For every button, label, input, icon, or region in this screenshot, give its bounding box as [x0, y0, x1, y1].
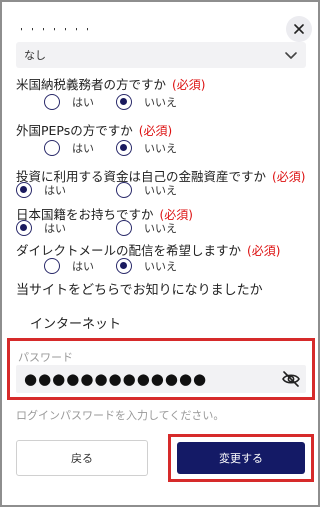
radio-label: いいえ	[144, 96, 177, 109]
radio-label: いいえ	[144, 142, 177, 155]
password-hint: ログインパスワードを入力してください。	[16, 409, 225, 422]
question-us-taxpayer: 米国納税義務者の方ですか (必須)	[16, 74, 205, 93]
radio-label: いいえ	[144, 222, 177, 235]
select-value: なし	[24, 49, 46, 62]
cut-off-text: 〒〒〒〒〒〒〒	[16, 28, 166, 36]
submit-button[interactable]: 変更する	[177, 442, 305, 474]
radio-circle[interactable]	[16, 182, 32, 198]
required-badge: (必須)	[138, 124, 173, 138]
radio-circle[interactable]	[44, 94, 60, 110]
question-direct-mail: ダイレクトメールの配信を希望しますか (必須)	[16, 240, 280, 259]
radio-label: いいえ	[144, 184, 177, 197]
question-foreign-peps: 外国PEPsの方ですか (必須)	[16, 120, 172, 139]
radio-us-taxpayer-yes[interactable]: はい	[44, 94, 94, 110]
required-badge: (必須)	[172, 78, 206, 92]
radio-label: いいえ	[144, 260, 177, 273]
question-label: 外国PEPsの方ですか	[16, 123, 133, 138]
back-button[interactable]: 戻る	[16, 440, 148, 476]
radio-japanese-nationality-yes[interactable]: はい	[16, 220, 66, 236]
required-badge: (必須)	[247, 244, 281, 258]
radio-circle[interactable]	[44, 140, 60, 156]
radio-direct-mail-yes[interactable]: はい	[44, 258, 94, 274]
radio-foreign-peps-yes[interactable]: はい	[44, 140, 94, 156]
radio-own-assets-no[interactable]: いいえ	[116, 182, 177, 198]
radio-circle[interactable]	[116, 182, 132, 198]
password-label: パスワード	[18, 351, 73, 364]
radio-label: はい	[44, 184, 66, 197]
close-icon	[294, 24, 304, 34]
radio-circle[interactable]	[16, 220, 32, 236]
password-input[interactable]: ●●●●●●●●●●●●●	[16, 365, 306, 393]
radio-circle[interactable]	[116, 220, 132, 236]
source-question-value[interactable]: インターネット	[30, 313, 121, 332]
occupation-select[interactable]: なし	[16, 42, 306, 68]
question-label: ダイレクトメールの配信を希望しますか	[16, 243, 242, 258]
radio-label: はい	[72, 260, 94, 273]
radio-label: はい	[44, 222, 66, 235]
close-button[interactable]	[286, 16, 312, 42]
radio-own-assets-yes[interactable]: はい	[16, 182, 66, 198]
submit-highlight: 変更する	[168, 434, 314, 482]
radio-circle[interactable]	[116, 140, 132, 156]
password-highlight: パスワード ●●●●●●●●●●●●●	[7, 338, 315, 400]
source-question-label: 当サイトをどちらでお知りになりましたか	[16, 283, 263, 298]
chevron-down-icon	[285, 52, 297, 59]
radio-label: はい	[72, 142, 94, 155]
radio-circle[interactable]	[116, 94, 132, 110]
radio-japanese-nationality-no[interactable]: いいえ	[116, 220, 177, 236]
question-label: 米国納税義務者の方ですか	[16, 77, 167, 92]
radio-label: はい	[72, 96, 94, 109]
radio-us-taxpayer-no[interactable]: いいえ	[116, 94, 177, 110]
modal-frame: 〒〒〒〒〒〒〒 なし 米国納税義務者の方ですか (必須) はい いいえ 外国PEP…	[0, 0, 320, 507]
radio-circle[interactable]	[44, 258, 60, 274]
password-value: ●●●●●●●●●●●●●	[24, 370, 208, 388]
eye-off-icon[interactable]	[282, 371, 300, 387]
required-badge: (必須)	[272, 170, 306, 184]
radio-direct-mail-no[interactable]: いいえ	[116, 258, 177, 274]
radio-circle[interactable]	[116, 258, 132, 274]
radio-foreign-peps-no[interactable]: いいえ	[116, 140, 177, 156]
